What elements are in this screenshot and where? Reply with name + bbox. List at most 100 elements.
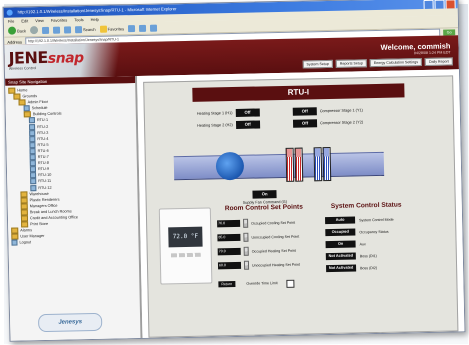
home-icon[interactable]	[63, 25, 72, 34]
menu-item[interactable]: Edit	[21, 17, 28, 24]
menu-item[interactable]: File	[8, 18, 15, 25]
nav-tree-item-label: RTU-6	[37, 148, 49, 154]
nav-tree-item-label: Credit and Accounting Office	[29, 215, 79, 221]
heating-stage-2-row: Heating Stage 2 (H2) Off	[197, 120, 260, 129]
print-icon[interactable]	[149, 24, 158, 32]
setpoint-spinner[interactable]	[243, 232, 249, 242]
compressor-stage-2-row: Off Compressor Stage 2 (Y2)	[292, 118, 364, 128]
nav-tree-item-label: Building Controls	[32, 111, 62, 117]
logo-snap-text: snap	[47, 50, 84, 67]
setpoint-label: Occupied Cooling Set Point	[251, 220, 296, 226]
status-value[interactable]: Not Activated	[325, 252, 356, 261]
nav-tree-item-label: RTU-5	[37, 142, 49, 147]
heating-stage-2-button[interactable]: Off	[235, 120, 260, 129]
heating-coil-icon	[294, 147, 304, 182]
supply-fan-button[interactable]: On	[252, 190, 277, 199]
nav-tree-item-label: Alarms	[20, 228, 33, 233]
minimize-button[interactable]	[423, 0, 434, 10]
air-duct	[173, 151, 385, 181]
star-icon	[99, 25, 107, 33]
setpoint-row: 70.0 Occupied Heating Set Point	[217, 246, 296, 257]
status-value[interactable]: Auto	[325, 216, 356, 225]
nav-tree-item-label: Logout	[19, 240, 32, 245]
nav-tree-item-label: Grounds	[22, 94, 38, 99]
setpoint-label: Occupied Heating Set Point	[251, 248, 296, 254]
back-button[interactable]: Back	[7, 26, 26, 35]
compressor-stage-1-row: Off Compressor Stage 1 (Y1)	[292, 106, 363, 116]
menu-item[interactable]: View	[35, 17, 44, 24]
search-label: Search	[82, 26, 96, 32]
nav-tree-item-label: Break and Lunch Rooms	[29, 209, 72, 215]
header-nav-button[interactable]: Energy Calculation Settings	[369, 58, 423, 68]
maximize-button[interactable]	[434, 0, 445, 10]
setpoint-spinner[interactable]	[243, 260, 250, 270]
header-nav-button[interactable]: Daily Report	[424, 57, 453, 66]
nav-tree-item-label: RTU-2	[37, 124, 49, 129]
header-nav-button[interactable]: Reports Setup	[335, 59, 367, 68]
nav-tree-item-label: Plastic Renderers	[29, 197, 60, 202]
heating-stage-2-label: Heating Stage 2 (H2)	[197, 123, 233, 128]
site-navigation: Snap Site Navigation Home Grounds Admin Fl…	[5, 76, 143, 341]
close-button[interactable]	[445, 0, 456, 10]
override-label: Override Time Limit	[246, 281, 278, 286]
return-button[interactable]: Return	[218, 281, 236, 288]
address-label: Address	[7, 38, 23, 45]
thermostat-keys	[170, 252, 201, 258]
nav-tree-item-label: RTU-11	[38, 179, 52, 184]
thermostat-image: 72.0 °F	[158, 207, 213, 285]
mail-icon[interactable]	[138, 24, 147, 32]
setpoint-spinner[interactable]	[243, 246, 249, 256]
nav-tree-item[interactable]: Logout	[11, 237, 135, 246]
setpoint-row: 60.0 Unoccupied Heating Set Point	[217, 260, 300, 271]
setpoint-input[interactable]: 60.0	[217, 261, 242, 270]
heating-stage-1-button[interactable]: Off	[235, 108, 260, 117]
nav-tree-item-label: Home	[17, 88, 28, 93]
app-body: Snap Site Navigation Home Grounds Admin Fl…	[5, 69, 465, 341]
cooling-coil-icon	[322, 146, 332, 182]
header-nav-button[interactable]: System Setup	[302, 59, 333, 69]
setpoint-label: Unoccupied Cooling Set Point	[251, 234, 300, 240]
setpoint-input[interactable]: 85.0	[217, 233, 241, 242]
main-content: RTU-I Heating Stage 1 (H1) Off Heating S…	[137, 69, 465, 338]
override-checkbox[interactable]	[286, 279, 295, 288]
nav-tree-item-label: Warehouse	[29, 191, 49, 196]
search-icon	[74, 25, 83, 33]
status-label: Occupancy Status	[359, 229, 389, 234]
nav-tree-item-label: RTU-12	[38, 185, 52, 190]
menu-item[interactable]: Favorites	[51, 16, 68, 23]
compressor-stage-2-button[interactable]: Off	[292, 119, 318, 128]
setpoint-input[interactable]: 76.0	[217, 219, 241, 228]
nav-tree-item-label: RTU-7	[37, 154, 49, 160]
menu-item[interactable]: Tools	[74, 16, 83, 23]
setpoint-label: Unoccupied Heating Set Point	[251, 262, 300, 268]
history-icon[interactable]	[127, 24, 136, 32]
rtu-panel: RTU-I Heating Stage 1 (H1) Off Heating S…	[143, 75, 459, 338]
setpoints-title: Room Control Set Points	[224, 203, 303, 213]
status-row: Occupied Occupancy Status	[325, 228, 389, 237]
status-value[interactable]: On	[325, 240, 356, 249]
window-title: http://192.1.0.1/Wireless/Installation/J…	[17, 6, 177, 15]
status-label: Boss (DI2)	[360, 265, 378, 270]
favorites-button[interactable]: Favorites	[99, 25, 125, 33]
nav-tree-item-label: User Manager	[20, 234, 45, 239]
compressor-stage-1-button[interactable]: Off	[292, 107, 317, 116]
jenesys-app: JENEsnap Wireless Control Welcome, commi…	[4, 35, 465, 341]
compressor-stage-2-label: Compressor Stage 2 (Y2)	[320, 120, 364, 126]
setpoint-row: 76.0 Occupied Cooling Set Point	[217, 218, 295, 229]
search-button[interactable]: Search	[74, 25, 96, 33]
status-row: Auto System Control Mode	[325, 216, 394, 225]
jenesys-footer-logo: Jenesys	[37, 312, 103, 333]
forward-button[interactable]	[29, 26, 39, 35]
setpoint-spinner[interactable]	[243, 218, 249, 228]
status-value[interactable]: Occupied	[325, 228, 356, 237]
status-value[interactable]: Not Activated	[326, 264, 357, 273]
refresh-icon[interactable]	[52, 26, 61, 34]
setpoint-input[interactable]: 70.0	[217, 247, 241, 256]
heating-coil-icon	[285, 147, 295, 182]
menu-item[interactable]: Help	[91, 16, 99, 23]
nav-tree-item-label: RTU-8	[37, 160, 49, 166]
favorites-label: Favorites	[107, 25, 125, 32]
nav-tree-item-label: RTU-3	[37, 130, 49, 135]
nav-tree-item-label: RTU-4	[37, 136, 49, 141]
stop-icon[interactable]	[41, 26, 50, 34]
